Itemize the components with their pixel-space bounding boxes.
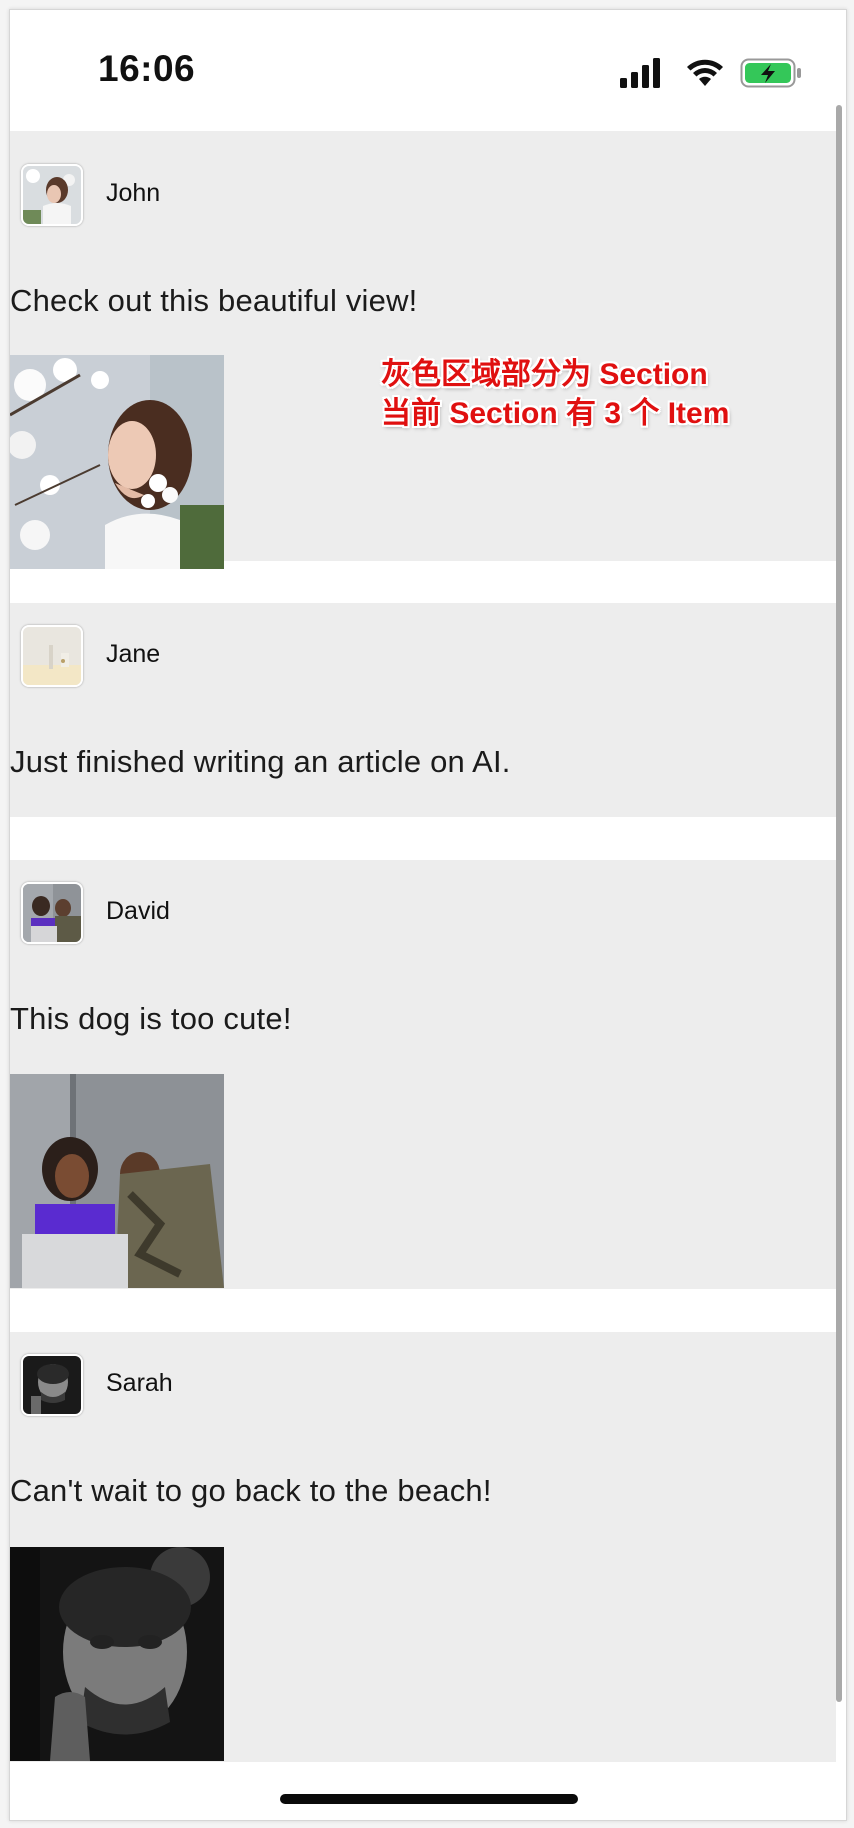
avatar[interactable]: [21, 164, 83, 226]
wifi-icon: [687, 59, 723, 86]
battery-charging-icon: [740, 58, 801, 88]
couple-with-laptop-photo[interactable]: [10, 1074, 224, 1288]
username[interactable]: David: [106, 897, 170, 926]
post-text: Can't wait to go back to the beach!: [10, 1473, 492, 1508]
avatar[interactable]: [21, 1354, 83, 1416]
post-text: Check out this beautiful view!: [10, 283, 418, 318]
scrollbar[interactable]: [836, 105, 842, 1702]
phone-screen: 16:06 John Check out this beautiful view…: [9, 9, 847, 1821]
username[interactable]: Jane: [106, 640, 160, 669]
feed-section: Sarah Can't wait to go back to the beach…: [10, 1332, 836, 1762]
post-text: This dog is too cute!: [10, 1001, 292, 1036]
username[interactable]: John: [106, 179, 160, 208]
status-time: 16:06: [98, 48, 196, 89]
feed-section: Jane Just finished writing an article on…: [10, 603, 836, 817]
annotation-line-2: 当前 Section 有 3 个 Item: [381, 397, 730, 430]
cellular-signal-icon: [620, 58, 660, 88]
feed-section: David This dog is too cute!: [10, 860, 836, 1289]
woman-with-blossoms-photo[interactable]: [10, 355, 224, 569]
man-black-and-white-photo[interactable]: [10, 1547, 224, 1761]
username[interactable]: Sarah: [106, 1369, 173, 1398]
avatar[interactable]: [21, 882, 83, 944]
status-bar: 16:06: [10, 10, 846, 120]
annotation-line-1: 灰色区域部分为 Section: [381, 358, 708, 391]
home-indicator[interactable]: [280, 1794, 578, 1804]
avatar[interactable]: [21, 625, 83, 687]
feed-section: John Check out this beautiful view!: [10, 131, 836, 569]
section-annotation: 灰色区域部分为 Section 当前 Section 有 3 个 Item: [381, 355, 729, 433]
post-text: Just finished writing an article on AI.: [10, 744, 511, 779]
